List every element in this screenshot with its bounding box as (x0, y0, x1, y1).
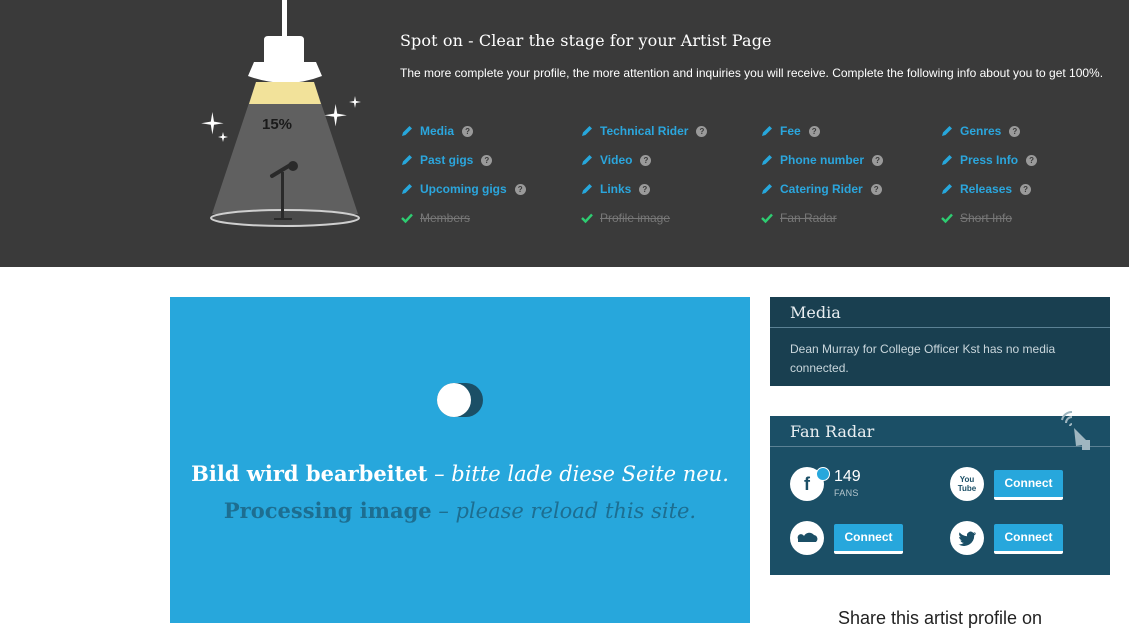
banner-description: The more complete your profile, the more… (400, 66, 1104, 80)
checklist-item-fan-radar: Fan Radar (760, 208, 837, 228)
help-icon[interactable]: ? (514, 183, 526, 195)
help-icon[interactable]: ? (808, 125, 820, 137)
checklist-item-label: Members (420, 211, 471, 225)
help-icon[interactable]: ? (1009, 125, 1021, 137)
help-icon[interactable]: ? (639, 183, 651, 195)
checklist-item-catering-rider[interactable]: Catering Rider? (760, 179, 882, 199)
checklist-item-label: Past gigs (420, 153, 474, 167)
checklist-item-label: Video (600, 153, 633, 167)
checklist-item-label: Genres (960, 124, 1002, 138)
checklist-item-releases[interactable]: Releases? (940, 179, 1032, 199)
processing-hint-en: – please reload this site. (431, 499, 697, 523)
help-icon[interactable]: ? (696, 125, 708, 137)
pencil-icon (582, 184, 592, 194)
checklist-item-label: Upcoming gigs (420, 182, 507, 196)
profile-completion-banner: 15% Spot on - Clear the stage for your A… (0, 0, 1129, 267)
checklist-item-upcoming-gigs[interactable]: Upcoming gigs? (400, 179, 526, 199)
facebook-fans-count: 149 (834, 468, 861, 485)
checklist-item-label: Press Info (960, 153, 1019, 167)
checklist-item-video[interactable]: Video? (580, 150, 652, 170)
pencil-icon (762, 184, 772, 194)
soundcloud-icon (790, 521, 824, 555)
check-icon (581, 213, 593, 224)
checklist-item-label: Phone number (780, 153, 865, 167)
checklist-item-technical-rider[interactable]: Technical Rider? (580, 121, 708, 141)
checklist-item-label: Fee (780, 124, 801, 138)
processing-hint-de: – bitte lade diese Seite neu. (427, 462, 729, 486)
radar-dish-icon (1061, 410, 1090, 450)
processing-message-en: Processing image – please reload this si… (170, 498, 750, 523)
checklist-item-members: Members (400, 208, 470, 228)
soundcloud-connect-button[interactable]: Connect (834, 524, 903, 554)
help-icon[interactable]: ? (1020, 183, 1032, 195)
share-heading: Share this artist profile on (837, 608, 1043, 628)
facebook-fans-label: FANS (834, 488, 859, 498)
checklist-item-label: Releases (960, 182, 1013, 196)
checklist-item-press-info[interactable]: Press Info? (940, 150, 1038, 170)
processing-message-de: Bild wird bearbeitet – bitte lade diese … (170, 461, 750, 486)
pencil-icon (762, 155, 772, 165)
completion-percent: 15% (262, 116, 293, 133)
check-icon (941, 213, 953, 224)
media-card: Media Dean Murray for College Officer Ks… (770, 297, 1110, 386)
processing-title-en: Processing image (223, 498, 432, 523)
checklist-item-links[interactable]: Links? (580, 179, 651, 199)
loading-toggle-icon (437, 383, 483, 417)
pencil-icon (762, 126, 772, 136)
checklist-item-label: Technical Rider (600, 124, 689, 138)
checklist-item-phone-number[interactable]: Phone number? (760, 150, 884, 170)
help-icon[interactable]: ? (872, 154, 884, 166)
fan-radar-title: Fan Radar (770, 416, 1110, 447)
checklist-item-label: Short Info (960, 211, 1013, 225)
pencil-icon (402, 184, 412, 194)
pencil-icon (402, 126, 412, 136)
checklist-item-short-info: Short Info (940, 208, 1012, 228)
twitter-icon (950, 521, 984, 555)
help-icon[interactable]: ? (870, 183, 882, 195)
check-icon (401, 213, 413, 224)
processing-title-de: Bild wird bearbeitet (191, 461, 428, 486)
checklist-item-label: Catering Rider (780, 182, 863, 196)
checklist-item-fee[interactable]: Fee? (760, 121, 820, 141)
youtube-icon: You Tube (950, 467, 984, 501)
media-card-title: Media (770, 297, 1110, 328)
checklist-item-label: Profile image (600, 211, 671, 225)
checklist-item-label: Fan Radar (780, 211, 837, 225)
verified-badge-icon (816, 467, 830, 481)
help-icon[interactable]: ? (462, 125, 474, 137)
pencil-icon (942, 155, 952, 165)
check-icon (761, 213, 773, 224)
fan-radar-card: Fan Radar f 149 FANS You Tube Connect Con… (770, 410, 1110, 575)
help-icon[interactable]: ? (1026, 154, 1038, 166)
help-icon[interactable]: ? (640, 154, 652, 166)
media-card-text: Dean Murray for College Officer Kst has … (790, 342, 1056, 375)
help-icon[interactable]: ? (481, 154, 493, 166)
pencil-icon (942, 126, 952, 136)
processing-image-panel: Bild wird bearbeitet – bitte lade diese … (170, 297, 750, 623)
pencil-icon (582, 126, 592, 136)
pencil-icon (402, 155, 412, 165)
checklist-item-profile-image: Profile image (580, 208, 670, 228)
checklist-item-label: Media (420, 124, 455, 138)
youtube-connect-button[interactable]: Connect (994, 470, 1063, 500)
checklist-item-media[interactable]: Media? (400, 121, 474, 141)
banner-title: Spot on - Clear the stage for your Artis… (400, 31, 772, 50)
checklist-item-genres[interactable]: Genres? (940, 121, 1021, 141)
checklist-item-past-gigs[interactable]: Past gigs? (400, 150, 493, 170)
pencil-icon (942, 184, 952, 194)
checklist-item-label: Links (600, 182, 632, 196)
twitter-connect-button[interactable]: Connect (994, 524, 1063, 554)
pencil-icon (582, 155, 592, 165)
